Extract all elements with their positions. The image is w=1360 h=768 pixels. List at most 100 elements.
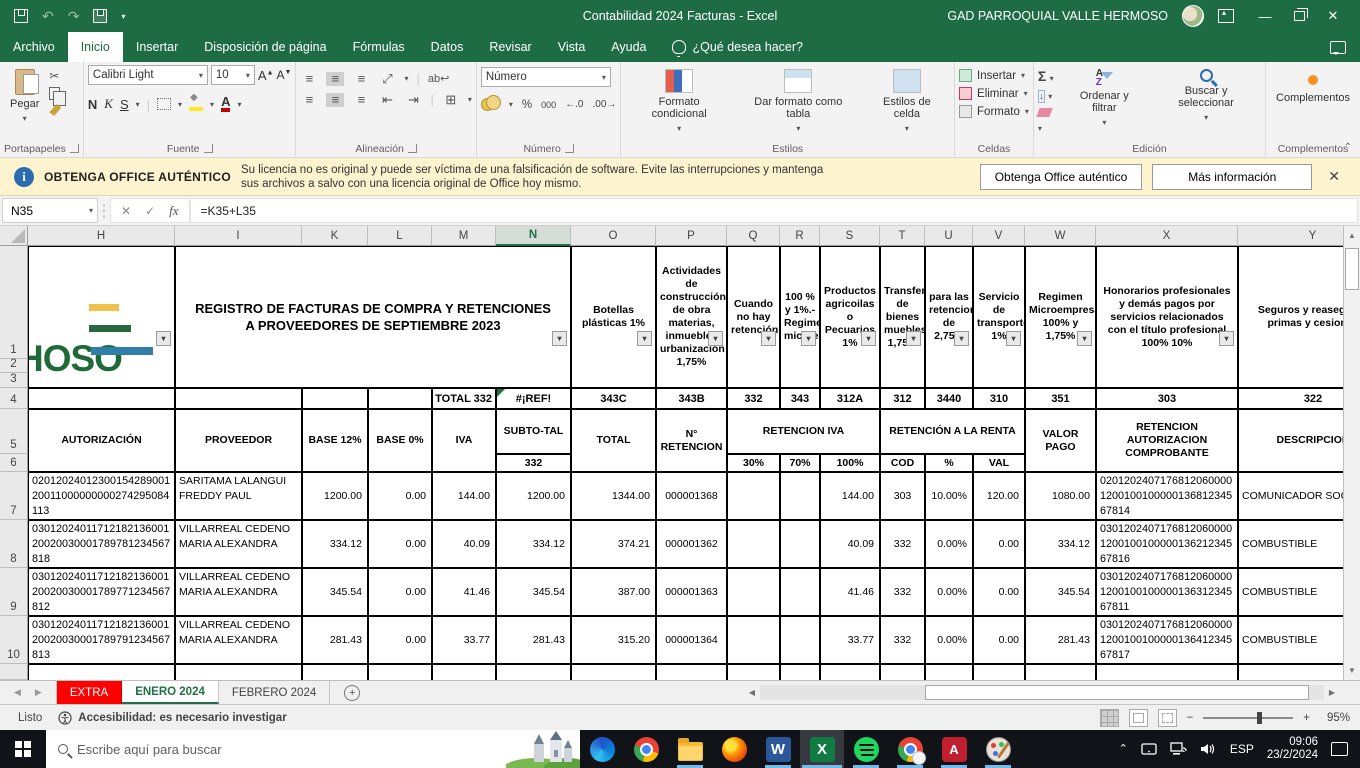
cell-R4[interactable]: 343	[780, 388, 820, 409]
ribbon-tab-fórmulas[interactable]: Fórmulas	[340, 32, 418, 62]
cell-W-partial[interactable]	[1025, 664, 1096, 680]
column-header-Y[interactable]: Y	[1238, 226, 1360, 246]
cell-N7[interactable]: 1200.00	[496, 472, 571, 520]
cell-H10[interactable]: 0301202401171218213600120020030001789791…	[28, 616, 175, 664]
zoom-in-icon[interactable]: +	[1303, 712, 1310, 724]
cell-P7[interactable]: 000001368	[656, 472, 727, 520]
align-middle-icon[interactable]: ≡	[326, 72, 344, 86]
accessibility-status[interactable]: Accesibilidad: es necesario investigar	[58, 711, 286, 725]
decrease-decimal-icon[interactable]: .00→	[592, 99, 616, 110]
cell-X4[interactable]: 303	[1096, 388, 1238, 409]
prev-sheet-icon[interactable]: ◀	[14, 687, 21, 698]
cell-X7[interactable]: 0201202407176812060000120010010000013681…	[1096, 472, 1238, 520]
category-header-R[interactable]: 100 % y 1%.- Regimen microempresa▾	[780, 246, 820, 388]
confirm-entry-icon[interactable]: ✓	[145, 204, 155, 218]
word-taskbar-icon[interactable]: W	[756, 730, 800, 768]
cell-V-partial[interactable]	[973, 664, 1025, 680]
cell-H9[interactable]: 0301202401171218213600120020030001789771…	[28, 568, 175, 616]
column-header-M[interactable]: M	[432, 226, 496, 246]
category-header-Q[interactable]: Cuando no hay retención▾	[727, 246, 780, 388]
increase-indent-icon[interactable]: ⇥	[404, 93, 422, 107]
company-logo-cell[interactable]: HOSO▾	[28, 246, 175, 388]
paste-button[interactable]: Pegar▾	[4, 65, 45, 129]
cell-I9[interactable]: VILLARREAL CEDENO MARIA ALEXANDRA	[175, 568, 302, 616]
column-header-O[interactable]: O	[571, 226, 656, 246]
header-iva[interactable]: IVA	[432, 409, 496, 472]
undo-icon[interactable]: ↶	[42, 8, 54, 25]
get-office-button[interactable]: Obtenga Office auténtico	[980, 164, 1143, 190]
cell-L-partial[interactable]	[368, 664, 432, 680]
cell-P4[interactable]: 343B	[656, 388, 727, 409]
row-header-7[interactable]: 7	[0, 472, 28, 520]
cell-S10[interactable]: 33.77	[820, 616, 880, 664]
category-header-V[interactable]: Servicio de transporte 1%▾	[973, 246, 1025, 388]
font-name-select[interactable]: Calibri Light▾	[88, 65, 208, 85]
next-sheet-icon[interactable]: ▶	[35, 687, 42, 698]
cell-P9[interactable]: 000001363	[656, 568, 727, 616]
comments-icon[interactable]	[1330, 41, 1346, 54]
scroll-down-icon[interactable]: ▼	[1344, 662, 1360, 679]
cell-H4[interactable]	[28, 388, 175, 409]
wrap-text-icon[interactable]: ab↩	[428, 72, 446, 86]
account-avatar[interactable]	[1182, 5, 1204, 27]
cell-K7[interactable]: 1200.00	[302, 472, 368, 520]
clear-icon[interactable]: ▾	[1038, 106, 1058, 134]
sheet-title-cell[interactable]: REGISTRO DE FACTURAS DE COMPRA Y RETENCI…	[175, 246, 571, 388]
scroll-up-icon[interactable]: ▲	[1344, 227, 1360, 244]
category-header-X[interactable]: Honorarios profesionales y demás pagos p…	[1096, 246, 1238, 388]
header-autorizacion[interactable]: AUTORIZACIÓN	[28, 409, 175, 472]
cell-S8[interactable]: 40.09	[820, 520, 880, 568]
tray-expand-icon[interactable]: ⌃	[1119, 742, 1128, 755]
start-button[interactable]	[0, 730, 46, 768]
fill-color-icon[interactable]	[189, 99, 203, 109]
cancel-entry-icon[interactable]: ✕	[121, 204, 131, 218]
filter-dropdown-icon[interactable]: ▾	[761, 331, 776, 346]
row-header-8[interactable]: 8	[0, 520, 28, 568]
dialog-launcher-icon[interactable]	[408, 144, 417, 153]
language-indicator[interactable]: ESP	[1230, 742, 1254, 756]
cell-H8[interactable]: 0301202401171218213600120020030001789781…	[28, 520, 175, 568]
ribbon-tab-revisar[interactable]: Revisar	[476, 32, 544, 62]
cell-X-partial[interactable]	[1096, 664, 1238, 680]
font-size-select[interactable]: 10▾	[211, 65, 255, 85]
category-header-Y[interactable]: Seguros y reaseguros primas y cesiones▾	[1238, 246, 1360, 388]
filter-dropdown-icon[interactable]: ▾	[708, 331, 723, 346]
cell-K-partial[interactable]	[302, 664, 368, 680]
header-iva-70[interactable]: 70%	[780, 454, 820, 472]
cell-M4[interactable]: TOTAL 332	[432, 388, 496, 409]
bold-button[interactable]: N	[88, 97, 97, 112]
close-button[interactable]: ✕	[1316, 0, 1350, 32]
category-header-T[interactable]: Transferencia de bienes muebles 1,75%▾	[880, 246, 925, 388]
row-header-partial[interactable]	[0, 664, 28, 680]
action-center-icon[interactable]	[1331, 742, 1348, 756]
cell-P-partial[interactable]	[656, 664, 727, 680]
cell-L9[interactable]: 0.00	[368, 568, 432, 616]
cell-S7[interactable]: 144.00	[820, 472, 880, 520]
column-header-I[interactable]: I	[175, 226, 302, 246]
cell-Q7[interactable]	[727, 472, 780, 520]
cell-Q4[interactable]: 332	[727, 388, 780, 409]
cell-I-partial[interactable]	[175, 664, 302, 680]
cell-P8[interactable]: 000001362	[656, 520, 727, 568]
cell-Y8[interactable]: COMBUSTIBLE	[1238, 520, 1360, 568]
filter-dropdown-icon[interactable]: ▾	[156, 331, 171, 346]
copy-icon[interactable]	[49, 87, 60, 100]
cell-L10[interactable]: 0.00	[368, 616, 432, 664]
edge-taskbar-icon[interactable]	[580, 730, 624, 768]
cell-R-partial[interactable]	[780, 664, 820, 680]
cell-W10[interactable]: 281.43	[1025, 616, 1096, 664]
print-preview-icon[interactable]	[93, 9, 107, 23]
zoom-slider-thumb[interactable]	[1257, 712, 1262, 724]
header-retencion-iva[interactable]: RETENCION IVA	[727, 409, 880, 454]
account-name[interactable]: GAD PARROQUIAL VALLE HERMOSO	[947, 9, 1168, 23]
zoom-out-icon[interactable]: −	[1187, 712, 1194, 724]
format-cells-button[interactable]: Formato▾	[959, 105, 1029, 118]
excel-taskbar-icon[interactable]: X	[800, 730, 844, 768]
vertical-scroll-thumb[interactable]	[1345, 248, 1359, 290]
cell-S4[interactable]: 312A	[820, 388, 880, 409]
ribbon-tab-disposición-de-página[interactable]: Disposición de página	[191, 32, 339, 62]
align-bottom-icon[interactable]: ≡	[352, 72, 370, 86]
cell-T8[interactable]: 332	[880, 520, 925, 568]
cell-R10[interactable]	[780, 616, 820, 664]
cell-Q9[interactable]	[727, 568, 780, 616]
